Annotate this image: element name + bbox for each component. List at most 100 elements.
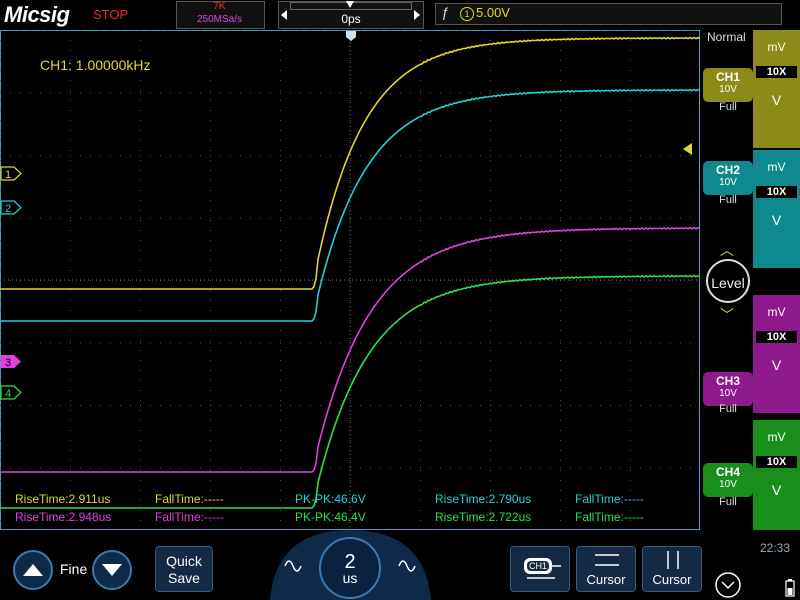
grid-dot [560,220,561,221]
grid-dot [630,470,631,471]
grid-dot [70,430,71,431]
ch2-probe-ratio: 10X [756,186,797,198]
grid-dot [210,330,211,331]
grid-dot [550,405,551,406]
grid-dot [350,360,351,361]
ch4-offset-marker[interactable]: 4 [0,385,22,400]
grid-dot [370,467,371,469]
ch4-falltime-measurement: FallTime:----- [575,510,644,524]
grid-dot [70,300,71,301]
grid-dot [280,470,281,471]
ch1-probe-scale-button[interactable]: mV 10X V [753,30,800,148]
grid-dot [630,490,631,491]
grid-dot [630,240,631,241]
offset-left-arrow-icon[interactable] [281,10,287,20]
grid-dot [140,467,141,469]
grid-dot [30,342,31,344]
grid-dot [70,405,71,406]
grid-dot [560,430,561,431]
grid-dot [350,420,351,421]
ch3-name: CH3 [715,374,740,388]
offset-right-arrow-icon[interactable] [414,10,420,20]
ch2-probe-scale-button[interactable]: mV 10X V [753,150,800,268]
ch4-probe-scale-button[interactable]: mV 10X V [753,420,800,538]
fine-up-button[interactable] [13,550,53,590]
grid-dot [560,110,561,111]
grid-dot [160,92,161,94]
grid-dot [110,30,111,31]
grid-dot [620,467,621,469]
vertical-cursor-button[interactable]: Cursor [642,546,702,592]
grid-dot [490,467,491,469]
grid-dot [0,490,1,491]
grid-dot [490,360,491,361]
grid-dot [20,342,21,344]
grid-dot [120,405,121,406]
grid-dot [580,30,581,31]
run-stop-status[interactable]: STOP [93,7,128,22]
grid-dot [630,310,631,311]
level-down-chevron-icon[interactable]: ﹀ [720,305,734,325]
ch3-probe-scale-button[interactable]: mV 10X V [753,295,800,413]
grid-dot [220,342,221,344]
level-up-chevron-icon[interactable]: ︿ [720,240,734,260]
grid-dot [230,92,231,94]
trigger-level-marker-icon[interactable] [683,143,692,155]
grid-dot [560,342,561,344]
trigger-level-knob[interactable]: Level [706,259,750,303]
grid-dot [180,92,181,94]
grid-dot [210,350,211,351]
ch4-settings-tab[interactable]: CH4 10V [703,463,753,497]
grid-dot [580,467,581,469]
grid-dot [140,180,141,181]
chevron-down-circle-icon[interactable] [710,570,746,600]
grid-dot [630,80,631,81]
grid-dot [630,370,631,371]
grid-dot [140,140,141,141]
fine-down-button[interactable] [92,550,132,590]
grid-dot [80,30,81,31]
timebase-dial[interactable]: 2 us [268,530,433,600]
grid-dot [380,342,381,344]
ch1-offset-marker[interactable]: 1 [0,166,22,181]
grid-dot [280,330,281,331]
grid-dot [140,400,141,401]
ch2-settings-tab[interactable]: CH2 10V [703,161,753,195]
grid-dot [380,217,381,219]
grid-dot [280,460,281,461]
trigger-time-marker-icon[interactable] [346,31,356,41]
ch3-offset-marker[interactable]: 3 [0,354,22,369]
grid-dot [70,190,71,191]
ch1-settings-tab[interactable]: CH1 10V [703,68,753,102]
ch2-scale: 10V [719,177,737,188]
grid-dot [210,290,211,291]
fine-label: Fine [60,561,88,577]
grid-dot [240,155,241,156]
ch1-measure-button[interactable]: CH1 [510,546,570,592]
grid-dot [0,150,1,151]
ch2-offset-marker[interactable]: 2 [0,200,22,215]
grid-dot [490,30,491,31]
acquisition-mode[interactable]: Normal [707,30,746,44]
grid-dot [420,290,421,291]
grid-dot [650,467,651,469]
ch3-settings-tab[interactable]: CH3 10V [703,372,753,406]
horizontal-cursor-button[interactable]: Cursor [576,546,636,592]
grid-dot [490,310,491,311]
ch2-name: CH2 [715,163,740,177]
grid-dot [560,60,561,61]
grid-dot [100,405,101,406]
grid-dot [650,280,651,281]
grid-dot [430,280,431,281]
grid-dot [410,342,411,344]
grid-dot [630,155,631,156]
grid-dot [360,217,361,219]
grid-dot [400,92,401,94]
grid-dot [520,155,521,156]
quick-save-button[interactable]: Quick Save [155,546,213,592]
grid-dot [30,155,31,156]
ch1-probe-ratio: 10X [756,66,797,78]
grid-dot [60,217,61,219]
grid-dot [530,405,531,406]
grid-dot [660,217,661,219]
